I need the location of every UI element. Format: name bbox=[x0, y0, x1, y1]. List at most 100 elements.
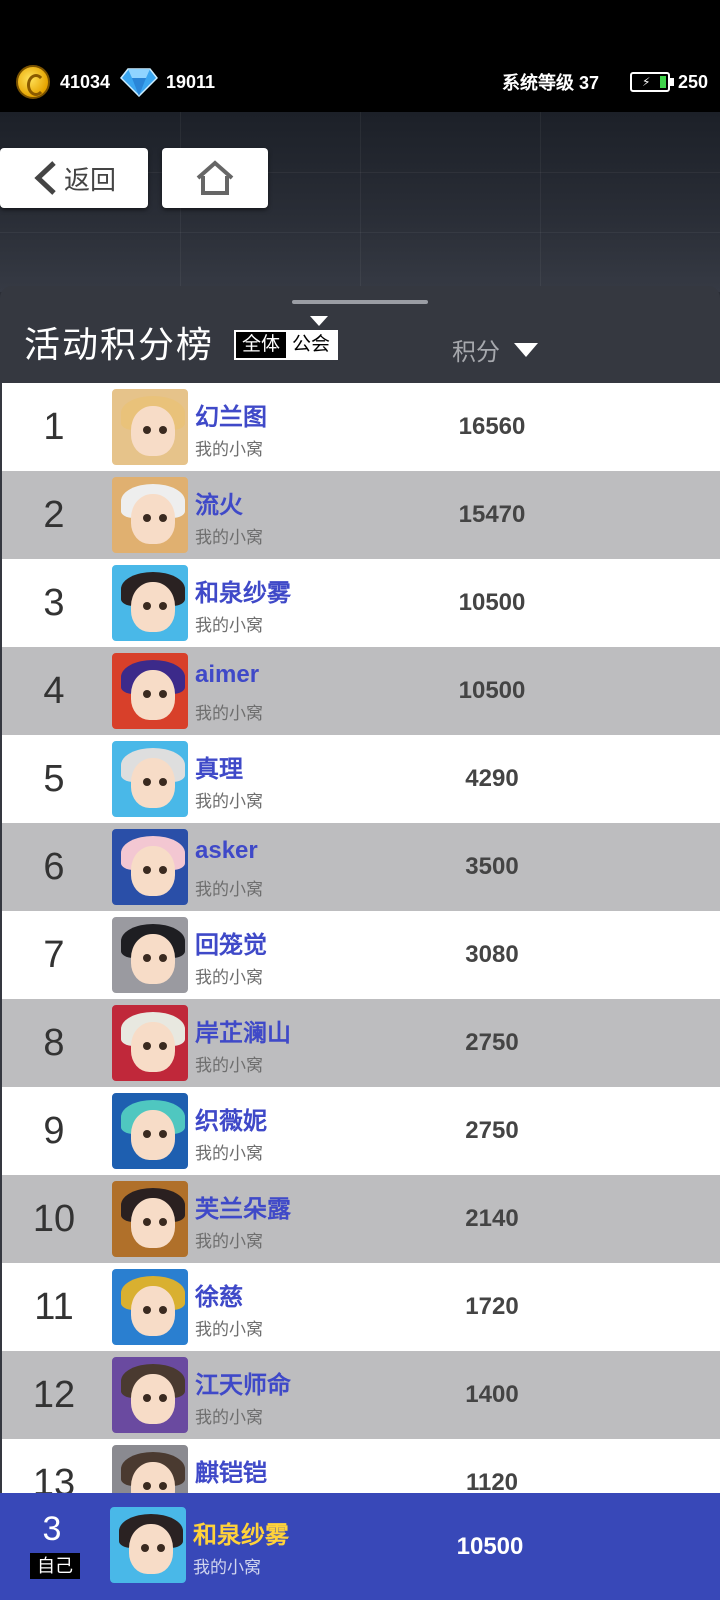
player-avatar[interactable] bbox=[112, 1181, 188, 1257]
avatar-eye bbox=[143, 1218, 151, 1226]
scope-toggle[interactable]: 全体 公会 bbox=[234, 330, 339, 360]
diamond-icon bbox=[120, 68, 158, 97]
player-guild: 我的小窝 bbox=[195, 968, 263, 987]
player-guild: 我的小窝 bbox=[195, 880, 263, 899]
home-button[interactable] bbox=[162, 148, 268, 208]
avatar-eye bbox=[143, 778, 151, 786]
avatar-face bbox=[131, 670, 175, 720]
ranking-list[interactable]: 1 幻兰图 我的小窝 16560 2 流火 我的小窝 15470 3 和泉纱雾 我的小窝 10500 4… bbox=[2, 383, 720, 1493]
avatar-eye bbox=[143, 1394, 151, 1402]
battery-icon: ⚡ bbox=[630, 72, 674, 92]
player-score: 4290 bbox=[465, 765, 519, 792]
self-avatar[interactable] bbox=[110, 1507, 186, 1583]
player-guild: 我的小窝 bbox=[195, 440, 263, 459]
avatar-face bbox=[131, 846, 175, 896]
player-avatar[interactable] bbox=[112, 389, 188, 465]
avatar-eye bbox=[159, 778, 167, 786]
player-avatar[interactable] bbox=[112, 1269, 188, 1345]
rank-number: 1 bbox=[43, 405, 65, 448]
list-item[interactable]: 6 asker 我的小窝 3500 bbox=[2, 823, 720, 911]
player-avatar[interactable] bbox=[112, 1357, 188, 1433]
player-avatar[interactable] bbox=[112, 1005, 188, 1081]
list-item[interactable]: 1 幻兰图 我的小窝 16560 bbox=[2, 383, 720, 471]
player-name[interactable]: asker bbox=[195, 837, 258, 865]
avatar-eye bbox=[143, 954, 151, 962]
player-name[interactable]: 和泉纱雾 bbox=[195, 573, 291, 608]
player-score: 10500 bbox=[458, 677, 526, 704]
list-item[interactable]: 12 江天师命 我的小窝 1400 bbox=[2, 1351, 720, 1439]
sort-down-icon bbox=[514, 342, 538, 357]
score-sort-header[interactable]: 积分 bbox=[452, 332, 538, 367]
list-item[interactable]: 5 真理 我的小窝 4290 bbox=[2, 735, 720, 823]
player-avatar[interactable] bbox=[112, 1445, 188, 1493]
avatar-face bbox=[131, 494, 175, 544]
avatar-face bbox=[131, 582, 175, 632]
player-guild: 我的小窝 bbox=[195, 1056, 263, 1075]
player-score: 1120 bbox=[465, 1469, 519, 1493]
avatar-eye bbox=[159, 1130, 167, 1138]
player-guild: 我的小窝 bbox=[195, 616, 263, 635]
player-name[interactable]: 岸芷澜山 bbox=[195, 1013, 291, 1048]
avatar-face bbox=[131, 934, 175, 984]
player-name[interactable]: 芙兰朵露 bbox=[195, 1189, 291, 1224]
tab-guild[interactable]: 公会 bbox=[286, 332, 337, 358]
list-item[interactable]: 3 和泉纱雾 我的小窝 10500 bbox=[2, 559, 720, 647]
list-item[interactable]: 2 流火 我的小窝 15470 bbox=[2, 471, 720, 559]
self-name: 和泉纱雾 bbox=[193, 1522, 289, 1549]
avatar-eye bbox=[159, 1394, 167, 1402]
list-item[interactable]: 8 岸芷澜山 我的小窝 2750 bbox=[2, 999, 720, 1087]
avatar-eye bbox=[159, 1306, 167, 1314]
player-avatar[interactable] bbox=[112, 741, 188, 817]
player-avatar[interactable] bbox=[112, 477, 188, 553]
panel-drag-handle[interactable] bbox=[292, 300, 428, 304]
player-avatar[interactable] bbox=[112, 1093, 188, 1169]
rank-number: 6 bbox=[43, 845, 65, 888]
player-name[interactable]: 流火 bbox=[195, 485, 243, 520]
player-name[interactable]: 麒铠铠 bbox=[195, 1453, 267, 1488]
rank-number: 2 bbox=[43, 493, 65, 536]
player-avatar[interactable] bbox=[112, 917, 188, 993]
coin-counter[interactable]: 41034 bbox=[16, 64, 110, 100]
player-name[interactable]: 织薇妮 bbox=[195, 1101, 267, 1136]
list-item[interactable]: 7 回笼觉 我的小窝 3080 bbox=[2, 911, 720, 999]
rank-number: 5 bbox=[43, 757, 65, 800]
player-name[interactable]: aimer bbox=[195, 661, 259, 689]
player-guild: 我的小窝 bbox=[195, 1320, 263, 1339]
player-name[interactable]: 徐慈 bbox=[195, 1277, 243, 1312]
list-item[interactable]: 11 徐慈 我的小窝 1720 bbox=[2, 1263, 720, 1351]
list-item[interactable]: 9 织薇妮 我的小窝 2750 bbox=[2, 1087, 720, 1175]
player-guild: 我的小窝 bbox=[195, 1232, 263, 1251]
back-button[interactable]: 返回 bbox=[0, 148, 148, 208]
gem-counter[interactable]: 19011 bbox=[120, 64, 215, 100]
leaderboard-title: 活动积分榜 bbox=[24, 324, 215, 365]
player-name[interactable]: 真理 bbox=[195, 749, 243, 784]
avatar-eye bbox=[143, 1306, 151, 1314]
player-score: 2750 bbox=[465, 1117, 519, 1144]
self-guild: 我的小窝 bbox=[193, 1558, 261, 1577]
player-name[interactable]: 江天师命 bbox=[195, 1365, 291, 1400]
player-name[interactable]: 回笼觉 bbox=[195, 925, 267, 960]
self-rank-bar[interactable]: 3 自己 和泉纱雾 我的小窝 10500 bbox=[0, 1493, 720, 1600]
player-score: 3500 bbox=[465, 853, 519, 880]
collapse-arrow-icon[interactable] bbox=[310, 316, 328, 326]
player-name[interactable]: 幻兰图 bbox=[195, 397, 267, 432]
player-score: 1400 bbox=[465, 1381, 519, 1408]
list-item[interactable]: 13 麒铠铠 1120 bbox=[2, 1439, 720, 1493]
list-item[interactable]: 10 芙兰朵露 我的小窝 2140 bbox=[2, 1175, 720, 1263]
avatar-eye bbox=[143, 690, 151, 698]
player-avatar[interactable] bbox=[112, 565, 188, 641]
player-guild: 我的小窝 bbox=[195, 1144, 263, 1163]
stamina-counter[interactable]: ⚡ 250 bbox=[630, 64, 708, 100]
rank-number: 4 bbox=[43, 669, 65, 712]
player-score: 15470 bbox=[458, 501, 526, 528]
avatar-face bbox=[131, 1110, 175, 1160]
player-avatar[interactable] bbox=[112, 653, 188, 729]
system-level: 系统等级 37 bbox=[502, 64, 599, 100]
player-guild: 我的小窝 bbox=[195, 1408, 263, 1427]
back-label: 返回 bbox=[63, 164, 116, 195]
tab-all[interactable]: 全体 bbox=[236, 332, 287, 358]
chevron-left-icon bbox=[34, 161, 56, 195]
list-item[interactable]: 4 aimer 我的小窝 10500 bbox=[2, 647, 720, 735]
coin-icon bbox=[16, 65, 50, 99]
player-avatar[interactable] bbox=[112, 829, 188, 905]
